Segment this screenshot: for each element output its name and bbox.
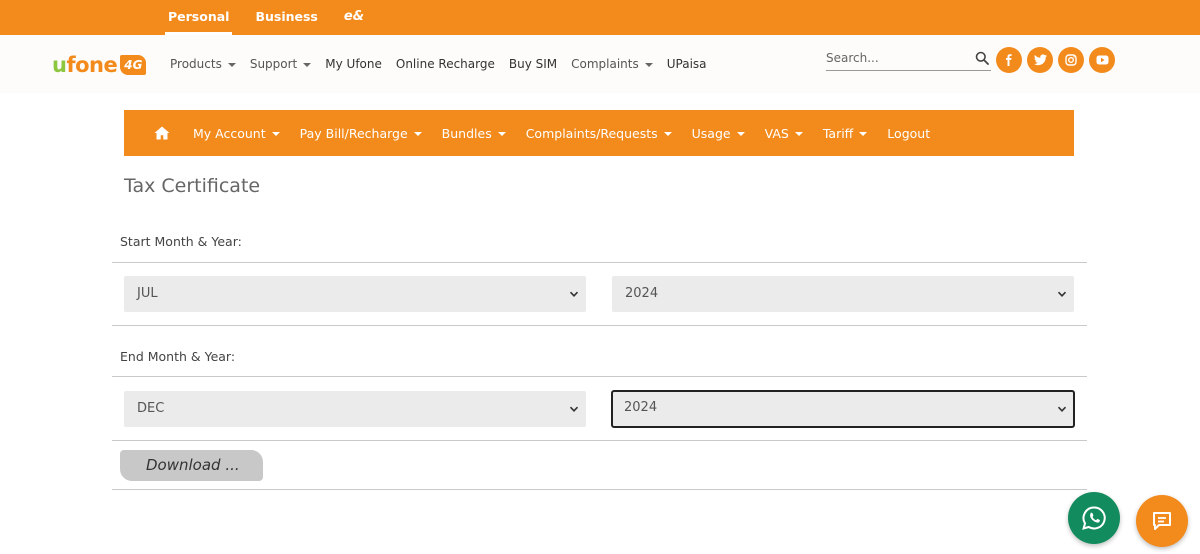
account-nav: My Account Pay Bill/Recharge Bundles Com…: [124, 110, 1074, 156]
start-month-year-label: Start Month & Year:: [120, 234, 242, 249]
caret-down-icon: [413, 132, 422, 136]
site-header: ufone 4G Products Support My Ufone Onlin…: [0, 35, 1200, 93]
divider: [112, 376, 1087, 377]
whatsapp-button[interactable]: [1068, 492, 1120, 544]
end-month-select[interactable]: DEC: [124, 391, 586, 427]
acct-nav-tariff-label: Tariff: [822, 125, 854, 141]
nav-support-label: Support: [249, 57, 298, 71]
search-box: [826, 47, 991, 71]
caret-down-icon: [271, 132, 280, 136]
nav-support[interactable]: Support: [243, 57, 318, 71]
chat-icon: [1153, 512, 1171, 530]
acct-nav-pay-bill[interactable]: Pay Bill/Recharge: [290, 126, 432, 141]
start-year-value: 2024: [625, 286, 659, 301]
acct-nav-complaints-requests-label: Complaints/Requests: [525, 125, 658, 141]
acct-nav-vas-label: VAS: [764, 125, 789, 141]
chevron-down-icon: [569, 406, 579, 412]
acct-nav-my-account-label: My Account: [193, 125, 266, 141]
instagram-icon[interactable]: [1058, 47, 1084, 73]
segment-tabs: Personal Business e&: [155, 0, 377, 35]
divider: [112, 489, 1087, 490]
chat-button[interactable]: [1136, 495, 1188, 547]
start-year-select[interactable]: 2024: [612, 276, 1074, 312]
home-icon[interactable]: [141, 110, 183, 156]
top-bar: Personal Business e&: [0, 0, 1200, 35]
caret-down-icon: [663, 132, 672, 136]
acct-nav-usage-label: Usage: [691, 125, 731, 141]
acct-nav-bundles[interactable]: Bundles: [432, 126, 516, 141]
chevron-down-icon: [1057, 291, 1067, 297]
caret-down-icon: [859, 132, 868, 136]
nav-complaints[interactable]: Complaints: [564, 57, 660, 71]
end-year-select[interactable]: 2024: [611, 390, 1075, 428]
facebook-icon[interactable]: [996, 47, 1022, 73]
caret-down-icon: [303, 62, 312, 67]
start-month-value: JUL: [137, 286, 158, 301]
tab-personal[interactable]: Personal: [155, 0, 242, 35]
twitter-icon[interactable]: [1027, 47, 1053, 73]
caret-down-icon: [227, 62, 236, 67]
acct-nav-vas[interactable]: VAS: [755, 126, 813, 141]
nav-buy-sim[interactable]: Buy SIM: [502, 57, 564, 71]
end-month-value: DEC: [137, 401, 165, 416]
whatsapp-icon: [1082, 506, 1106, 530]
caret-down-icon: [794, 132, 803, 136]
nav-upaisa[interactable]: UPaisa: [660, 57, 714, 71]
logo-4g-badge: 4G: [120, 55, 147, 75]
nav-my-ufone[interactable]: My Ufone: [318, 57, 389, 71]
search-icon[interactable]: [975, 51, 989, 65]
acct-nav-pay-bill-label: Pay Bill/Recharge: [299, 125, 408, 141]
nav-complaints-label: Complaints: [571, 57, 639, 71]
social-links: [996, 47, 1115, 73]
main-nav: Products Support My Ufone Online Recharg…: [163, 35, 714, 93]
acct-nav-tariff[interactable]: Tariff: [813, 126, 877, 141]
acct-nav-my-account[interactable]: My Account: [183, 126, 290, 141]
tab-eand[interactable]: e&: [331, 0, 377, 35]
tab-business[interactable]: Business: [242, 0, 330, 35]
download-button[interactable]: Download ...: [120, 450, 263, 481]
divider: [112, 325, 1087, 326]
youtube-icon[interactable]: [1089, 47, 1115, 73]
divider: [112, 262, 1087, 263]
caret-down-icon: [497, 132, 506, 136]
logo-wordmark: ufone: [52, 53, 118, 77]
nav-products[interactable]: Products: [163, 57, 243, 71]
caret-down-icon: [644, 62, 653, 67]
page-title: Tax Certificate: [124, 175, 261, 197]
end-month-year-label: End Month & Year:: [120, 349, 236, 364]
caret-down-icon: [736, 132, 745, 136]
divider: [112, 440, 1087, 441]
start-month-select[interactable]: JUL: [124, 276, 586, 312]
search-input[interactable]: [826, 47, 966, 69]
end-year-value: 2024: [624, 400, 658, 415]
chevron-down-icon: [1057, 406, 1067, 412]
ufone-logo[interactable]: ufone 4G: [52, 51, 147, 77]
nav-products-label: Products: [170, 57, 222, 71]
acct-nav-usage[interactable]: Usage: [682, 126, 755, 141]
acct-nav-logout[interactable]: Logout: [877, 126, 940, 141]
chevron-down-icon: [569, 291, 579, 297]
acct-nav-complaints-requests[interactable]: Complaints/Requests: [516, 126, 682, 141]
nav-online-recharge[interactable]: Online Recharge: [389, 57, 502, 71]
acct-nav-bundles-label: Bundles: [441, 125, 492, 141]
